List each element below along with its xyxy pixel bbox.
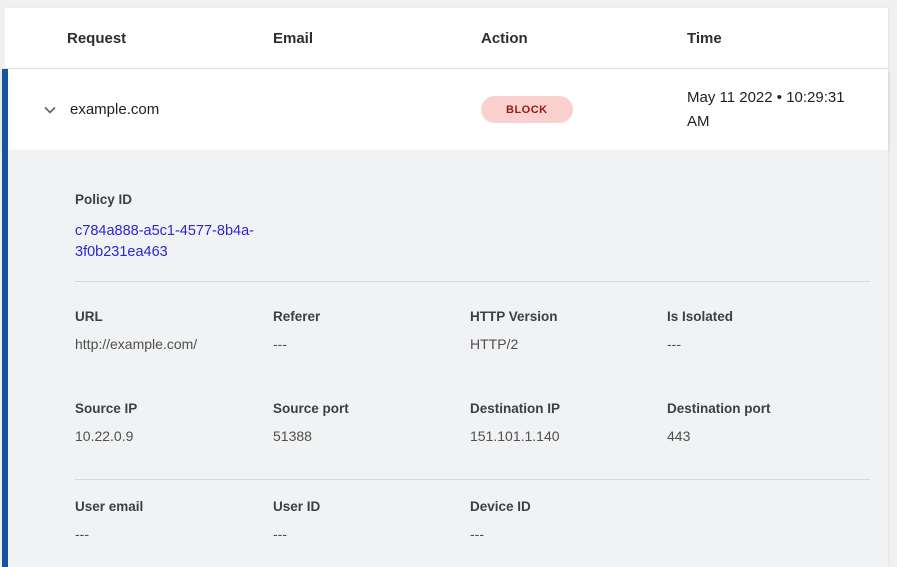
policy-id-section: Policy ID c784a888-a5c1-4577-8b4a-3f0b23…: [75, 192, 870, 263]
field-http-version: HTTP Version HTTP/2: [470, 309, 667, 352]
field-destination-port: Destination port 443: [667, 401, 870, 444]
log-details-panel: Policy ID c784a888-a5c1-4577-8b4a-3f0b23…: [2, 150, 888, 567]
field-label: User ID: [273, 499, 470, 514]
field-value: 10.22.0.9: [75, 428, 273, 444]
field-user-id: User ID ---: [273, 499, 470, 542]
block-action-badge: BLOCK: [481, 96, 573, 123]
column-header-time: Time: [687, 30, 888, 47]
field-source-ip: Source IP 10.22.0.9: [75, 401, 273, 444]
field-destination-ip: Destination IP 151.101.1.140: [470, 401, 667, 444]
column-header-action: Action: [481, 30, 687, 47]
field-value: ---: [273, 336, 470, 352]
policy-id-label: Policy ID: [75, 192, 870, 207]
field-device-id: Device ID ---: [470, 499, 667, 542]
field-label: Source IP: [75, 401, 273, 416]
field-referer: Referer ---: [273, 309, 470, 352]
log-table-header: Request Email Action Time: [5, 8, 888, 69]
field-is-isolated: Is Isolated ---: [667, 309, 870, 352]
field-value: ---: [667, 336, 870, 352]
field-url: URL http://example.com/: [75, 309, 273, 352]
field-value: 51388: [273, 428, 470, 444]
field-label: HTTP Version: [470, 309, 667, 324]
field-label: Source port: [273, 401, 470, 416]
field-label: URL: [75, 309, 273, 324]
details-grid-main: URL http://example.com/ Referer --- HTTP…: [75, 309, 870, 444]
column-header-request: Request: [67, 30, 273, 47]
row-action-cell: BLOCK: [481, 96, 687, 123]
row-expand-cell[interactable]: [8, 102, 70, 118]
field-label: Is Isolated: [667, 309, 870, 324]
section-divider: [75, 479, 870, 480]
field-user-email: User email ---: [75, 499, 273, 542]
field-label: Destination IP: [470, 401, 667, 416]
field-label: Device ID: [470, 499, 667, 514]
field-value: 151.101.1.140: [470, 428, 667, 444]
row-time: May 11 2022 • 10:29:31 AM: [687, 86, 888, 134]
details-grid-user: User email --- User ID --- Device ID ---: [75, 499, 870, 542]
field-value: ---: [273, 526, 470, 542]
field-value: ---: [75, 526, 273, 542]
field-source-port: Source port 51388: [273, 401, 470, 444]
field-label: Destination port: [667, 401, 870, 416]
field-label: User email: [75, 499, 273, 514]
field-value: ---: [470, 526, 667, 542]
policy-id-link[interactable]: c784a888-a5c1-4577-8b4a-3f0b231ea463: [75, 221, 290, 263]
field-value: HTTP/2: [470, 336, 667, 352]
section-divider: [75, 281, 870, 282]
row-request: example.com: [70, 101, 273, 118]
field-value: 443: [667, 428, 870, 444]
field-value: http://example.com/: [75, 336, 273, 352]
field-label: Referer: [273, 309, 470, 324]
chevron-down-icon[interactable]: [42, 102, 58, 118]
log-table-row[interactable]: example.com BLOCK May 11 2022 • 10:29:31…: [2, 69, 888, 150]
column-header-email: Email: [273, 30, 481, 47]
